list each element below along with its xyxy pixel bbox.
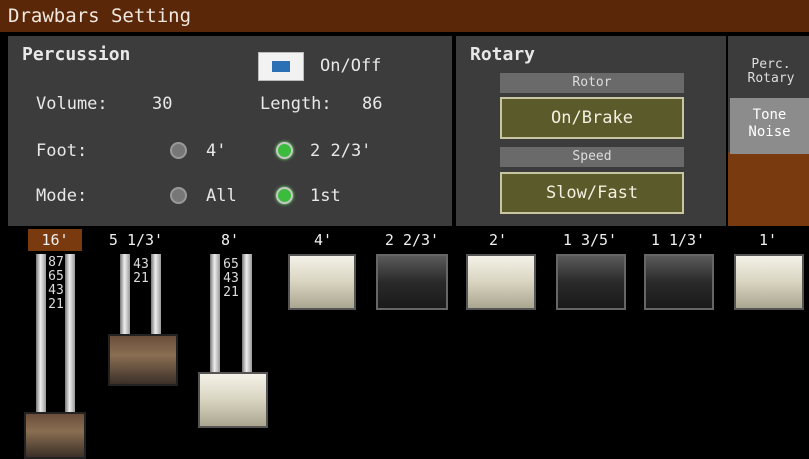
drawbar-8-scale: 654321 xyxy=(223,257,239,300)
footage-2-2-3[interactable]: 2 2/3' xyxy=(372,229,452,251)
drawbar-16-handle[interactable] xyxy=(24,412,86,459)
drawbar-16-rail-left xyxy=(36,254,46,412)
speed-label: Speed xyxy=(500,147,684,167)
tone-label: Tone xyxy=(752,107,787,123)
perc-label-line1: Perc. xyxy=(751,57,791,72)
length-value[interactable]: 86 xyxy=(362,94,382,114)
drawbar-16-scale: 87654321 xyxy=(48,255,64,312)
percussion-heading: Percussion xyxy=(22,44,131,65)
drawbar-8-rail-left xyxy=(210,254,220,372)
mode-all-label: All xyxy=(206,186,237,206)
drawbar-2-handle[interactable] xyxy=(466,254,536,310)
footage-4[interactable]: 4' xyxy=(298,229,348,251)
rotor-label: Rotor xyxy=(500,73,684,93)
perc-rotary-accent xyxy=(728,152,809,226)
drawbar-8-rail-right xyxy=(242,254,252,372)
footage-16[interactable]: 16' xyxy=(28,229,82,251)
footage-8[interactable]: 8' xyxy=(210,229,250,251)
drawbar-1-handle[interactable] xyxy=(734,254,804,310)
percussion-onoff-checkbox[interactable] xyxy=(258,52,304,81)
drawbar-1-1-3-handle[interactable] xyxy=(644,254,714,310)
rotary-heading: Rotary xyxy=(470,44,536,65)
tone-noise-button[interactable]: Tone Noise xyxy=(730,98,809,154)
rotor-on-brake-button[interactable]: On/Brake xyxy=(500,97,684,139)
foot-2-2-3-label: 2 2/3' xyxy=(310,141,372,161)
window-title: Drawbars Setting xyxy=(0,0,809,32)
footage-row: 16' 5 1/3' 8' 4' 2 2/3' 2' 1 3/5' 1 1/3'… xyxy=(0,229,809,251)
perc-rotary-label: Perc. Rotary xyxy=(736,58,806,86)
mode-1st-label: 1st xyxy=(310,186,341,206)
drawbar-8-handle[interactable] xyxy=(198,372,268,428)
foot-2-2-3-radio[interactable] xyxy=(276,142,293,159)
footage-5-1-3[interactable]: 5 1/3' xyxy=(104,229,168,251)
volume-value[interactable]: 30 xyxy=(152,94,172,114)
percussion-onoff-label: On/Off xyxy=(320,56,382,76)
mode-1st-radio[interactable] xyxy=(276,187,293,204)
footage-1-1-3[interactable]: 1 1/3' xyxy=(640,229,716,251)
drawbar-5-1-3-handle[interactable] xyxy=(108,334,178,386)
mode-label: Mode: xyxy=(36,186,88,206)
foot-4-label: 4' xyxy=(206,141,227,161)
foot-4-radio[interactable] xyxy=(170,142,187,159)
perc-label-line2: Rotary xyxy=(747,71,795,86)
drawbar-16-rail-right xyxy=(65,254,75,412)
drawbar-2-2-3-handle[interactable] xyxy=(376,254,448,310)
drawbar-5-1-3-scale: 4321 xyxy=(133,257,149,286)
volume-label: Volume: xyxy=(36,94,108,114)
footage-2[interactable]: 2' xyxy=(478,229,518,251)
drawbar-4-handle[interactable] xyxy=(288,254,356,310)
footage-1[interactable]: 1' xyxy=(748,229,788,251)
mode-all-radio[interactable] xyxy=(170,187,187,204)
drawbar-5-1-3-rail-right xyxy=(151,254,161,334)
checkbox-fill-icon xyxy=(272,61,290,72)
foot-label: Foot: xyxy=(36,141,88,161)
speed-slow-fast-button[interactable]: Slow/Fast xyxy=(500,172,684,214)
drawbar-1-3-5-handle[interactable] xyxy=(556,254,626,310)
noise-label: Noise xyxy=(748,124,791,140)
footage-1-3-5[interactable]: 1 3/5' xyxy=(552,229,628,251)
length-label: Length: xyxy=(260,94,332,114)
drawbar-5-1-3-rail-left xyxy=(120,254,130,334)
